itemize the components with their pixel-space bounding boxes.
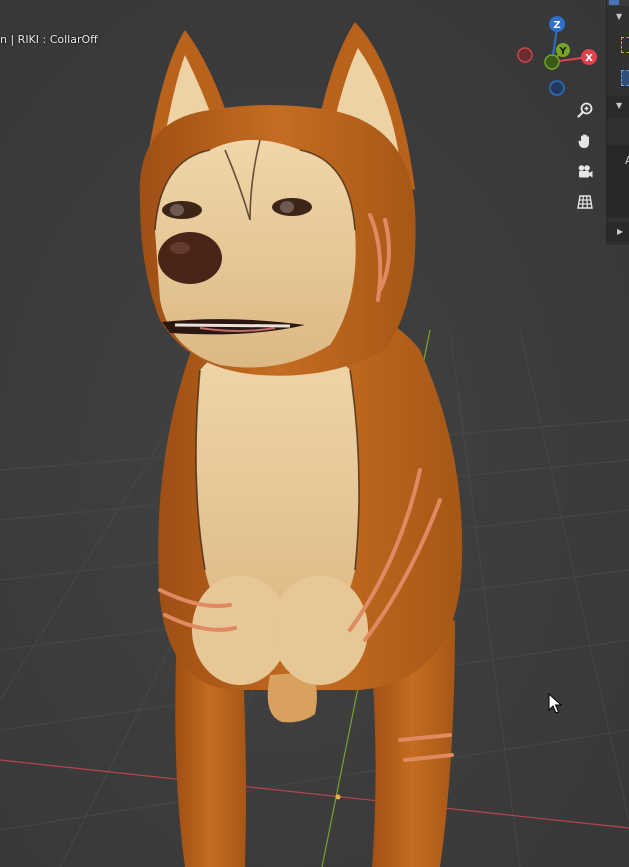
panel-top-strip — [607, 0, 629, 6]
grid-icon — [577, 195, 593, 209]
active-tab-indicator — [609, 0, 619, 5]
panel-collapsed-section[interactable]: ▶ — [607, 222, 629, 242]
expand-arrow-icon: ▼ — [616, 12, 623, 21]
mouse-cursor-icon — [548, 693, 562, 714]
gizmo-neg-x[interactable] — [517, 47, 533, 63]
dog-teeth — [174, 323, 291, 328]
panel-expand-row[interactable]: ▼ — [607, 8, 629, 26]
navigation-gizmo[interactable]: Y Z X — [512, 14, 604, 98]
zoom-icon — [577, 102, 593, 118]
dog-nose-highlight — [170, 242, 190, 254]
gizmo-neg-y[interactable] — [544, 54, 560, 70]
sidebar-panel[interactable]: ▼ ▼ A ▶ — [606, 0, 629, 245]
perspective-toggle-button[interactable] — [571, 188, 599, 216]
gizmo-neg-z[interactable] — [549, 80, 565, 96]
camera-view-button[interactable] — [571, 158, 599, 186]
3d-cursor-origin — [335, 794, 341, 800]
zoom-button[interactable] — [571, 96, 599, 124]
select-box-icon — [621, 37, 629, 53]
panel-section-header[interactable]: ▼ — [607, 96, 629, 118]
hand-icon — [578, 134, 589, 148]
select-box-filled-icon — [621, 70, 629, 86]
viewport-object-info: n | RIKI : CollarOff — [0, 33, 98, 46]
dog-eye-right-white — [280, 201, 294, 213]
section-expand-icon: ▶ — [617, 227, 624, 236]
tool-select-box[interactable] — [607, 33, 629, 59]
dog-chest-right-bulge — [272, 575, 368, 685]
gizmo-z-label: Z — [553, 20, 560, 31]
dog-nose — [158, 232, 222, 284]
panel-tab-label: A — [625, 154, 629, 167]
tool-select-box-filled[interactable] — [607, 66, 629, 92]
dog-eye-left-white — [170, 204, 184, 216]
camera-icon — [578, 165, 593, 178]
gizmo-x-label: X — [585, 53, 593, 64]
gizmo-y-label: Y — [558, 46, 567, 57]
section-collapse-icon: ▼ — [616, 101, 623, 110]
pan-button[interactable] — [571, 127, 599, 155]
3d-viewport[interactable]: n | RIKI : CollarOff Y Z X ▼ ▼ A ▶ — [0, 0, 629, 867]
viewport-scene — [0, 0, 629, 867]
